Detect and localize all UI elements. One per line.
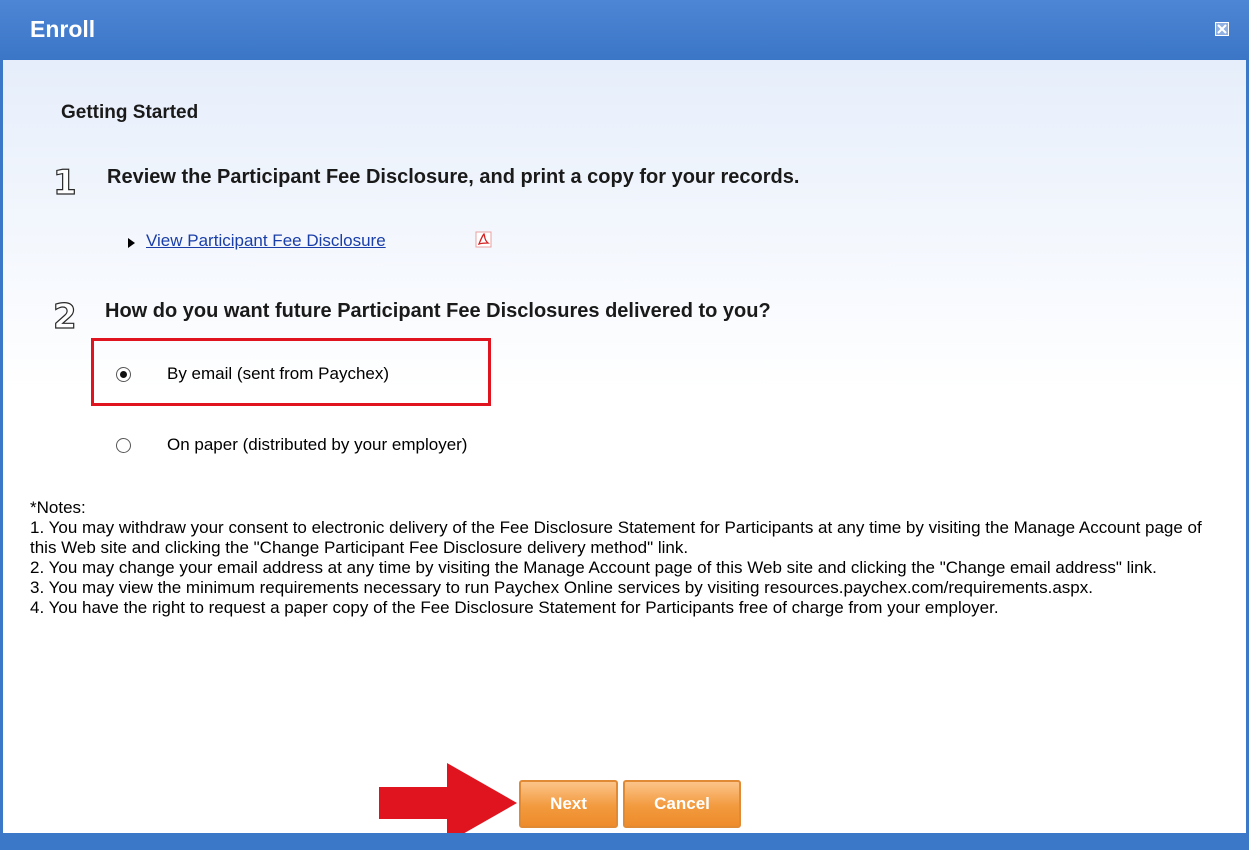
note-item: 3. You may view the minimum requirements… [30, 578, 1093, 597]
next-button[interactable]: Next [519, 780, 618, 828]
svg-text:2: 2 [53, 298, 77, 332]
radio-paper-label[interactable]: On paper (distributed by your employer) [167, 435, 467, 455]
view-fee-disclosure-link[interactable]: View Participant Fee Disclosure [146, 231, 386, 251]
radio-email-label[interactable]: By email (sent from Paychex) [167, 364, 389, 384]
step-2-text: How do you want future Participant Fee D… [105, 300, 771, 322]
cancel-button[interactable]: Cancel [623, 780, 741, 828]
radio-selected-dot [120, 371, 127, 378]
radio-paper[interactable] [116, 438, 131, 453]
dialog-titlebar: Enroll [0, 0, 1249, 60]
pdf-icon[interactable] [475, 231, 492, 248]
notes-section: *Notes: 1. You may withdraw your consent… [30, 498, 1230, 618]
dialog-body: Getting Started 1 Review the Participant… [3, 60, 1246, 843]
step-1-text: Review the Participant Fee Disclosure, a… [107, 166, 800, 188]
bullet-arrow-icon [128, 238, 135, 248]
step-2-number-icon: 2 [52, 298, 77, 332]
note-item: 4. You have the right to request a paper… [30, 598, 999, 617]
step-1-number-icon: 1 [52, 164, 77, 198]
svg-text:1: 1 [53, 164, 77, 198]
note-item: 2. You may change your email address at … [30, 558, 1157, 577]
radio-email[interactable] [116, 367, 131, 382]
dialog-title: Enroll [30, 16, 96, 42]
note-item: 1. You may withdraw your consent to elec… [30, 518, 1202, 557]
red-arrow-icon [379, 763, 517, 843]
close-icon[interactable] [1215, 22, 1229, 36]
dialog-bottom-border [0, 833, 1249, 850]
section-heading: Getting Started [61, 102, 199, 123]
notes-heading: *Notes: [30, 498, 86, 517]
